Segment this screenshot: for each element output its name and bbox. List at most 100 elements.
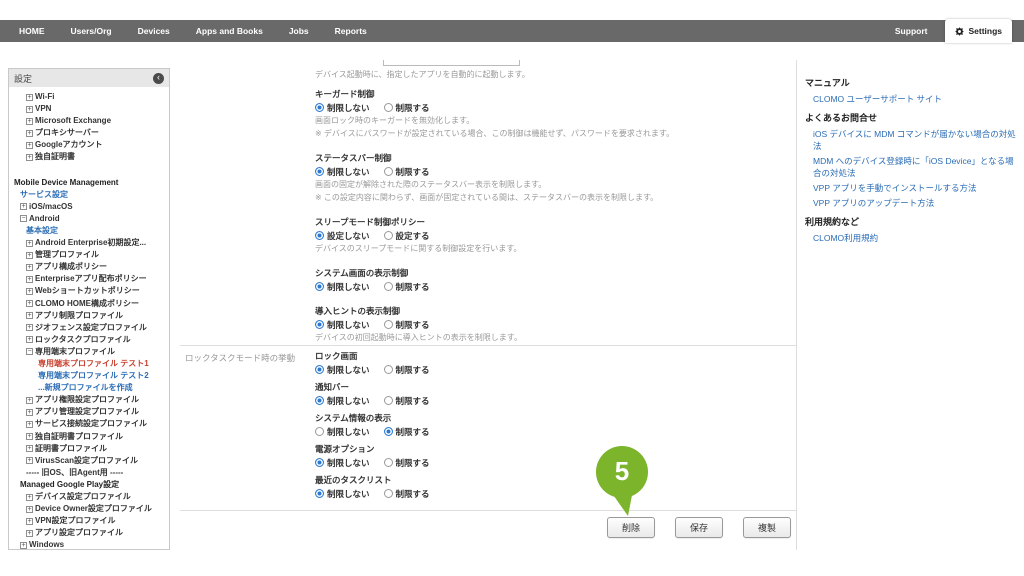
radio-option[interactable]: 制限する	[384, 102, 430, 114]
radio-selected-icon[interactable]	[315, 489, 324, 498]
radio-selected-icon[interactable]	[315, 231, 324, 240]
radio-selected-icon[interactable]	[315, 365, 324, 374]
tree-item[interactable]: アプリ管理設定プロファイル	[9, 406, 169, 418]
tree-item[interactable]: Managed Google Play設定	[9, 479, 169, 491]
tree-item[interactable]: ロックタスクプロファイル	[9, 334, 169, 346]
radio-option[interactable]: 制限しない	[315, 457, 370, 469]
tree-item[interactable]: プロキシサーバー	[9, 127, 169, 139]
tree-item[interactable]: Mobile Device Management	[9, 177, 169, 189]
radio-unselected-icon[interactable]	[384, 167, 393, 176]
expand-icon[interactable]	[26, 409, 33, 416]
help-link[interactable]: VPP アプリを手動でインストールする方法	[805, 182, 1019, 194]
help-link[interactable]: CLOMO利用規約	[805, 232, 1019, 244]
tree-item[interactable]: VPN設定プロファイル	[9, 515, 169, 527]
tree-item[interactable]: Android	[9, 213, 169, 225]
tree-item[interactable]: 基本設定	[9, 225, 169, 237]
expand-icon[interactable]	[26, 336, 33, 343]
tree-item[interactable]: Microsoft Exchange	[9, 115, 169, 127]
radio-unselected-icon[interactable]	[384, 282, 393, 291]
expand-icon[interactable]	[26, 397, 33, 404]
tree-item[interactable]: サービス設定	[9, 189, 169, 201]
expand-icon[interactable]	[26, 288, 33, 295]
radio-unselected-icon[interactable]	[315, 427, 324, 436]
radio-option[interactable]: 制限する	[384, 488, 430, 500]
expand-icon[interactable]	[26, 312, 33, 319]
tree-item[interactable]: 専用端末プロファイル テスト1	[9, 358, 169, 370]
radio-selected-icon[interactable]	[384, 427, 393, 436]
radio-option[interactable]: 制限しない	[315, 102, 370, 114]
expand-icon[interactable]	[26, 506, 33, 513]
expand-icon[interactable]	[26, 154, 33, 161]
tree-item[interactable]: サービス接続設定プロファイル	[9, 418, 169, 430]
radio-unselected-icon[interactable]	[384, 396, 393, 405]
help-link[interactable]: CLOMO ユーザーサポート サイト	[805, 93, 1019, 105]
collapse-sidebar-button[interactable]: ‹	[153, 73, 164, 84]
radio-option[interactable]: 制限する	[384, 426, 430, 438]
radio-option[interactable]: 制限しない	[315, 426, 370, 438]
nav-item[interactable]: Reports	[322, 20, 380, 42]
expand-icon[interactable]	[26, 518, 33, 525]
expand-icon[interactable]	[26, 106, 33, 113]
expand-icon[interactable]	[26, 118, 33, 125]
nav-support[interactable]: Support	[877, 20, 946, 42]
radio-selected-icon[interactable]	[315, 282, 324, 291]
expand-icon[interactable]	[26, 433, 33, 440]
tree-item[interactable]: 独自証明書プロファイル	[9, 431, 169, 443]
radio-selected-icon[interactable]	[315, 320, 324, 329]
tree-item[interactable]: CLOMO HOME構成ポリシー	[9, 298, 169, 310]
help-link[interactable]: VPP アプリのアップデート方法	[805, 197, 1019, 209]
radio-unselected-icon[interactable]	[384, 231, 393, 240]
expand-icon[interactable]	[26, 445, 33, 452]
nav-item[interactable]: Jobs	[276, 20, 322, 42]
tree-item[interactable]: Windows	[9, 539, 169, 550]
radio-option[interactable]: 制限する	[384, 364, 430, 376]
nav-item[interactable]: Devices	[125, 20, 183, 42]
radio-option[interactable]: 制限する	[384, 319, 430, 331]
radio-option[interactable]: 制限する	[384, 166, 430, 178]
radio-unselected-icon[interactable]	[384, 320, 393, 329]
tree-item[interactable]: Device Owner設定プロファイル	[9, 503, 169, 515]
radio-selected-icon[interactable]	[315, 167, 324, 176]
tree-item[interactable]: 管理プロファイル	[9, 249, 169, 261]
expand-icon[interactable]	[26, 130, 33, 137]
save-button[interactable]: 保存	[675, 517, 723, 538]
nav-item[interactable]: Apps and Books	[183, 20, 276, 42]
tree-item[interactable]: Webショートカットポリシー	[9, 285, 169, 297]
radio-option[interactable]: 設定する	[384, 230, 430, 242]
tree-item[interactable]: 専用端末プロファイル テスト2	[9, 370, 169, 382]
radio-option[interactable]: 制限しない	[315, 281, 370, 293]
tree-item[interactable]: デバイス設定プロファイル	[9, 491, 169, 503]
expand-icon[interactable]	[26, 421, 33, 428]
expand-icon[interactable]	[26, 142, 33, 149]
expand-icon[interactable]	[26, 300, 33, 307]
tree-item[interactable]: VPN	[9, 103, 169, 115]
radio-selected-icon[interactable]	[315, 458, 324, 467]
delete-button[interactable]: 削除	[607, 517, 655, 538]
tree-item[interactable]: Android Enterprise初期設定...	[9, 237, 169, 249]
duplicate-button[interactable]: 複製	[743, 517, 791, 538]
radio-selected-icon[interactable]	[315, 396, 324, 405]
radio-option[interactable]: 制限しない	[315, 395, 370, 407]
tree-item[interactable]: ----- 旧OS、旧Agent用 -----	[9, 467, 169, 479]
tree-item[interactable]: 独自証明書	[9, 151, 169, 163]
nav-item[interactable]: Users/Org	[58, 20, 125, 42]
radio-selected-icon[interactable]	[315, 103, 324, 112]
tree-item[interactable]: アプリ制限プロファイル	[9, 310, 169, 322]
tree-item[interactable]: 専用端末プロファイル	[9, 346, 169, 358]
expand-icon[interactable]	[20, 215, 27, 222]
expand-icon[interactable]	[26, 494, 33, 501]
help-link[interactable]: MDM へのデバイス登録時に「iOS Device」となる場合の対処法	[805, 155, 1019, 179]
radio-unselected-icon[interactable]	[384, 103, 393, 112]
tree-item[interactable]: iOS/macOS	[9, 201, 169, 213]
settings-tab[interactable]: Settings	[945, 19, 1012, 43]
nav-item[interactable]: HOME	[6, 20, 58, 42]
expand-icon[interactable]	[20, 203, 27, 210]
tree-item[interactable]: アプリ構成ポリシー	[9, 261, 169, 273]
radio-option[interactable]: 設定しない	[315, 230, 370, 242]
radio-unselected-icon[interactable]	[384, 489, 393, 498]
expand-icon[interactable]	[26, 276, 33, 283]
expand-icon[interactable]	[26, 240, 33, 247]
expand-icon[interactable]	[26, 530, 33, 537]
tree-item[interactable]: 証明書プロファイル	[9, 443, 169, 455]
tree-item[interactable]: Enterpriseアプリ配布ポリシー	[9, 273, 169, 285]
